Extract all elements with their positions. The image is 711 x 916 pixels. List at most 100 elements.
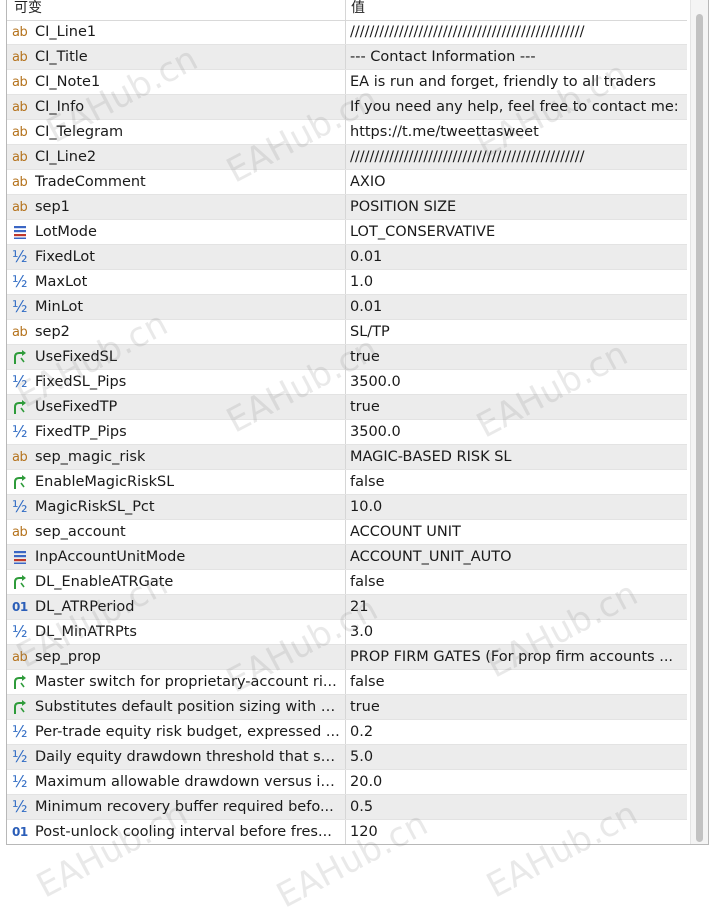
table-row[interactable]: ab CI_Telegram https://t.me/tweettasweet [7,120,687,145]
parameter-value-cell[interactable]: false [346,570,687,594]
parameter-value-cell[interactable]: LOT_CONSERVATIVE [346,220,687,244]
parameter-value-cell[interactable]: 0.5 [346,795,687,819]
parameter-value-cell[interactable]: SL/TP [346,320,687,344]
parameter-name-cell[interactable]: LotMode [7,220,346,244]
parameter-value-cell[interactable]: POSITION SIZE [346,195,687,219]
parameter-value-cell[interactable]: If you need any help, feel free to conta… [346,95,687,119]
parameter-value-cell[interactable]: EA is run and forget, friendly to all tr… [346,70,687,94]
parameter-name-cell[interactable]: ab sep1 [7,195,346,219]
table-row[interactable]: ab TradeComment AXIO [7,170,687,195]
table-row[interactable]: ab CI_Note1 EA is run and forget, friendly… [7,70,687,95]
parameter-name-cell[interactable]: ½ Minimum recovery buffer required befo..… [7,795,346,819]
table-row[interactable]: UseFixedSL true [7,345,687,370]
parameter-value-cell[interactable]: 21 [346,595,687,619]
parameter-value-cell[interactable]: 10.0 [346,495,687,519]
parameter-value-cell[interactable]: 3500.0 [346,420,687,444]
column-header-value[interactable]: 值 [346,0,686,20]
table-row[interactable]: ab CI_Line1 //////////////////////////////… [7,20,687,45]
parameter-name-cell[interactable]: UseFixedTP [7,395,346,419]
table-row[interactable]: ½ Maximum allowable drawdown versus in...… [7,770,687,795]
table-row[interactable]: 01 Post-unlock cooling interval before fr… [7,820,687,844]
parameter-value-cell[interactable]: false [346,470,687,494]
parameter-value-cell[interactable]: true [346,345,687,369]
parameter-value-cell[interactable]: PROP FIRM GATES (For prop firm accounts … [346,645,687,669]
parameter-name-cell[interactable]: ab TradeComment [7,170,346,194]
table-row[interactable]: Substitutes default position sizing with… [7,695,687,720]
parameter-value-cell[interactable]: ACCOUNT UNIT [346,520,687,544]
table-row[interactable]: ½ MagicRiskSL_Pct 10.0 [7,495,687,520]
table-row[interactable]: ab sep_account ACCOUNT UNIT [7,520,687,545]
parameter-value-cell[interactable]: 5.0 [346,745,687,769]
parameter-value-cell[interactable]: 3.0 [346,620,687,644]
parameter-value-cell[interactable]: 0.01 [346,295,687,319]
parameter-name-cell[interactable]: ½ MinLot [7,295,346,319]
table-row[interactable]: ab CI_Info If you need any help, feel free… [7,95,687,120]
table-row[interactable]: 01 DL_ATRPeriod 21 [7,595,687,620]
parameter-name-cell[interactable]: 01 DL_ATRPeriod [7,595,346,619]
table-row[interactable]: EnableMagicRiskSL false [7,470,687,495]
parameter-name-cell[interactable]: ab CI_Title [7,45,346,69]
parameter-value-cell[interactable]: 20.0 [346,770,687,794]
parameter-value-cell[interactable]: ACCOUNT_UNIT_AUTO [346,545,687,569]
table-row[interactable]: ½ Minimum recovery buffer required befo..… [7,795,687,820]
parameter-name-cell[interactable]: ½ MagicRiskSL_Pct [7,495,346,519]
parameter-name-cell[interactable]: ab sep_magic_risk [7,445,346,469]
table-row[interactable]: ½ DL_MinATRPts 3.0 [7,620,687,645]
parameter-name-cell[interactable]: Substitutes default position sizing with… [7,695,346,719]
parameter-value-cell[interactable]: 3500.0 [346,370,687,394]
parameter-name-cell[interactable]: ab CI_Line2 [7,145,346,169]
vertical-scrollbar[interactable] [690,0,708,844]
parameter-value-cell[interactable]: true [346,695,687,719]
parameter-value-cell[interactable]: false [346,670,687,694]
parameter-name-cell[interactable]: ab CI_Note1 [7,70,346,94]
parameter-name-cell[interactable]: ab sep_prop [7,645,346,669]
table-row[interactable]: ab sep_prop PROP FIRM GATES (For prop firm… [7,645,687,670]
table-row[interactable]: ½ FixedSL_Pips 3500.0 [7,370,687,395]
parameter-value-cell[interactable]: --- Contact Information --- [346,45,687,69]
table-row[interactable]: ab CI_Title --- Contact Information --- [7,45,687,70]
column-header-variable[interactable]: 可变 [7,0,346,20]
table-row[interactable]: ab sep1 POSITION SIZE [7,195,687,220]
parameter-name-cell[interactable]: ½ Per-trade equity risk budget, expressed… [7,720,346,744]
parameter-name-cell[interactable]: ½ DL_MinATRPts [7,620,346,644]
table-row[interactable]: ab sep_magic_risk MAGIC-BASED RISK SL [7,445,687,470]
table-row[interactable]: LotMode LOT_CONSERVATIVE [7,220,687,245]
parameter-name-cell[interactable]: ½ FixedLot [7,245,346,269]
table-row[interactable]: ½ FixedLot 0.01 [7,245,687,270]
parameter-name-cell[interactable]: UseFixedSL [7,345,346,369]
parameter-value-cell[interactable]: https://t.me/tweettasweet [346,120,687,144]
parameter-name-cell[interactable]: 01 Post-unlock cooling interval before fr… [7,820,346,844]
parameter-name-cell[interactable]: ½ Daily equity drawdown threshold that su… [7,745,346,769]
parameter-name-cell[interactable]: ½ Maximum allowable drawdown versus in... [7,770,346,794]
table-row[interactable]: ab CI_Line2 //////////////////////////////… [7,145,687,170]
parameter-name-cell[interactable]: ab sep_account [7,520,346,544]
parameter-value-cell[interactable]: 1.0 [346,270,687,294]
table-row[interactable]: InpAccountUnitMode ACCOUNT_UNIT_AUTO [7,545,687,570]
parameter-value-cell[interactable]: 0.2 [346,720,687,744]
parameter-value-cell[interactable]: MAGIC-BASED RISK SL [346,445,687,469]
table-row[interactable]: UseFixedTP true [7,395,687,420]
parameter-value-cell[interactable]: true [346,395,687,419]
table-row[interactable]: ½ Daily equity drawdown threshold that su… [7,745,687,770]
table-row[interactable]: DL_EnableATRGate false [7,570,687,595]
table-row[interactable]: ab sep2 SL/TP [7,320,687,345]
table-row[interactable]: ½ MaxLot 1.0 [7,270,687,295]
parameter-value-cell[interactable]: 120 [346,820,687,844]
parameter-value-cell[interactable]: ////////////////////////////////////////… [346,20,687,44]
parameter-name-cell[interactable]: ab CI_Info [7,95,346,119]
parameter-name-cell[interactable]: ab sep2 [7,320,346,344]
parameter-value-cell[interactable]: AXIO [346,170,687,194]
scrollbar-thumb[interactable] [696,14,703,842]
parameter-name-cell[interactable]: Master switch for proprietary-account ri… [7,670,346,694]
parameter-value-cell[interactable]: 0.01 [346,245,687,269]
table-row[interactable]: ½ FixedTP_Pips 3500.0 [7,420,687,445]
table-row[interactable]: ½ Per-trade equity risk budget, expressed… [7,720,687,745]
table-row[interactable]: Master switch for proprietary-account ri… [7,670,687,695]
parameter-value-cell[interactable]: ////////////////////////////////////////… [346,145,687,169]
parameter-name-cell[interactable]: InpAccountUnitMode [7,545,346,569]
parameter-name-cell[interactable]: ½ MaxLot [7,270,346,294]
parameter-name-cell[interactable]: ab CI_Telegram [7,120,346,144]
table-row[interactable]: ½ MinLot 0.01 [7,295,687,320]
parameter-name-cell[interactable]: EnableMagicRiskSL [7,470,346,494]
parameter-name-cell[interactable]: ½ FixedSL_Pips [7,370,346,394]
